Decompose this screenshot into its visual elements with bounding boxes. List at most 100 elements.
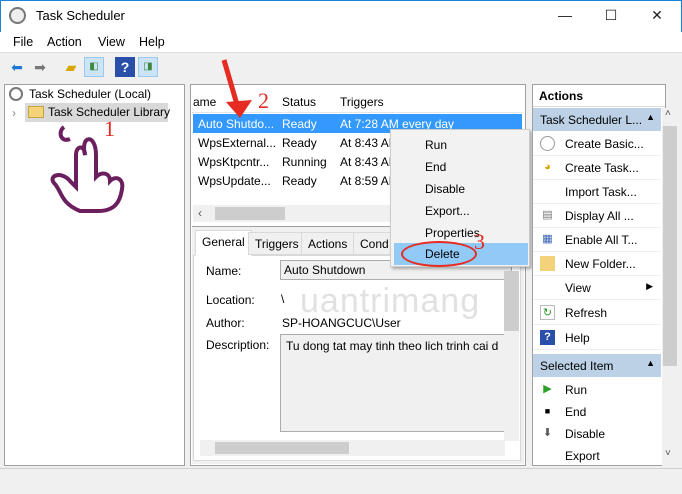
name-label: Name: xyxy=(206,264,242,278)
action-label: Export xyxy=(565,449,600,463)
tab-general[interactable]: General xyxy=(195,230,252,256)
tab-triggers[interactable]: Triggers xyxy=(248,232,306,255)
action-label: View xyxy=(565,281,591,295)
actions-title: Actions xyxy=(533,85,665,107)
action-help[interactable]: ? Help xyxy=(533,326,661,350)
run-icon: ▶ xyxy=(543,383,552,395)
create-task-icon: ◕ xyxy=(544,161,551,173)
stop-icon: ■ xyxy=(544,406,551,416)
help-icon: ? xyxy=(540,330,555,345)
status-bar xyxy=(0,468,682,494)
description-label: Description: xyxy=(206,338,270,352)
action-label: Create Basic... xyxy=(565,137,644,151)
scrollbar-thumb[interactable] xyxy=(215,207,285,220)
back-arrow-icon[interactable]: ⬅ xyxy=(7,57,27,77)
description-field[interactable]: Tu dong tat may tinh theo lich trinh cai… xyxy=(280,334,512,432)
window-title: Task Scheduler xyxy=(36,8,125,23)
details-horizontal-scrollbar[interactable] xyxy=(200,440,505,456)
tab-actions[interactable]: Actions xyxy=(301,232,355,255)
action-run[interactable]: ▶ Run xyxy=(533,378,661,400)
help-icon[interactable]: ? xyxy=(115,57,135,77)
list-horizontal-scrollbar[interactable]: ‹ xyxy=(193,205,393,222)
context-properties[interactable]: Properties xyxy=(394,222,528,244)
action-label: Run xyxy=(565,383,588,397)
author-label: Author: xyxy=(206,316,245,330)
context-disable[interactable]: Disable xyxy=(394,178,528,200)
action-end[interactable]: ■ End xyxy=(533,400,661,422)
collapse-icon[interactable]: ▲ xyxy=(646,358,655,368)
clock-icon xyxy=(9,87,23,101)
task-name: WpsExternal... xyxy=(198,136,277,150)
details-vertical-scrollbar[interactable] xyxy=(504,271,519,441)
collapse-icon[interactable]: ▲ xyxy=(646,112,655,122)
scrollbar-thumb[interactable] xyxy=(663,126,677,366)
show-hide-tree-icon[interactable]: ◧ xyxy=(84,57,104,77)
annotation-step-1: 1 xyxy=(104,116,115,141)
group-header-library[interactable]: Task Scheduler L... ▲ xyxy=(533,108,661,131)
minimize-button[interactable]: — xyxy=(542,0,588,31)
clock-icon xyxy=(9,7,26,24)
context-run[interactable]: Run xyxy=(394,134,528,156)
column-triggers[interactable]: Triggers xyxy=(340,95,384,109)
action-create-task[interactable]: ◕ Create Task... xyxy=(533,156,661,180)
action-new-folder[interactable]: New Folder... xyxy=(533,252,661,276)
annotation-step-2: 2 xyxy=(258,88,269,113)
scroll-left-icon[interactable]: ‹ xyxy=(198,206,202,220)
forward-arrow-icon[interactable]: ➡ xyxy=(30,57,50,77)
column-status[interactable]: Status xyxy=(282,95,316,109)
scroll-up-icon[interactable]: ˄ xyxy=(665,108,671,119)
action-label: Disable xyxy=(565,427,606,441)
author-value: SP-HOANGCUC\User xyxy=(282,316,401,330)
create-basic-task-icon xyxy=(540,136,555,151)
action-import-task[interactable]: Import Task... xyxy=(533,180,661,204)
refresh-icon: ↻ xyxy=(540,305,555,320)
action-enable-all[interactable]: ▦ Enable All T... xyxy=(533,228,661,252)
menu-action[interactable]: Action xyxy=(47,35,82,49)
annotation-arrow xyxy=(221,59,252,118)
scrollbar-thumb[interactable] xyxy=(504,271,519,331)
enable-all-icon: ▦ xyxy=(542,233,553,245)
down-arrow-icon: ⬇ xyxy=(542,427,553,439)
folder-up-icon[interactable]: ▰ xyxy=(61,57,81,77)
folder-clock-icon xyxy=(28,106,44,118)
show-hide-action-pane-icon[interactable]: ◨ xyxy=(138,57,158,77)
annotation-step-3: 3 xyxy=(474,229,485,254)
context-end[interactable]: End xyxy=(394,156,528,178)
actions-vertical-scrollbar[interactable]: ˄ ˅ xyxy=(662,108,678,466)
submenu-arrow-icon: ▶ xyxy=(646,281,653,291)
action-label: Display All ... xyxy=(565,209,634,223)
action-export[interactable]: Export xyxy=(533,444,661,465)
action-label: End xyxy=(565,405,587,419)
task-name: WpsUpdate... xyxy=(198,174,271,188)
action-view[interactable]: View ▶ xyxy=(533,276,661,300)
action-display-all[interactable]: ▤ Display All ... xyxy=(533,204,661,228)
tree-root[interactable]: Task Scheduler (Local) xyxy=(29,87,151,101)
task-status: Running xyxy=(282,155,327,169)
group-label: Task Scheduler L... xyxy=(540,113,643,127)
scroll-down-icon[interactable]: ˅ xyxy=(665,448,671,459)
task-name: WpsKtpcntr... xyxy=(198,155,270,169)
annotation-ellipse xyxy=(401,241,477,267)
action-refresh[interactable]: ↻ Refresh xyxy=(533,301,661,325)
task-status: Ready xyxy=(282,174,317,188)
action-label: Help xyxy=(565,331,590,345)
context-export[interactable]: Export... xyxy=(394,200,528,222)
menu-file[interactable]: File xyxy=(13,35,33,49)
action-label: Create Task... xyxy=(565,161,639,175)
task-status: Ready xyxy=(282,136,317,150)
group-label: Selected Item xyxy=(540,359,614,373)
action-label: New Folder... xyxy=(565,257,636,271)
scrollbar-thumb[interactable] xyxy=(215,442,349,454)
close-button[interactable]: ✕ xyxy=(634,0,680,31)
action-label: Import Task... xyxy=(565,185,637,199)
maximize-button[interactable]: ☐ xyxy=(588,0,634,31)
menu-view[interactable]: View xyxy=(98,35,125,49)
action-create-basic[interactable]: Create Basic... xyxy=(533,132,661,156)
action-label: Refresh xyxy=(565,306,608,320)
menu-help[interactable]: Help xyxy=(139,35,165,49)
expand-chevron-icon[interactable]: › xyxy=(12,106,16,120)
action-disable[interactable]: ⬇ Disable xyxy=(533,422,661,444)
location-value: \ xyxy=(281,292,285,306)
group-header-selected-item[interactable]: Selected Item ▲ xyxy=(533,354,661,377)
location-label: Location: xyxy=(206,293,255,307)
